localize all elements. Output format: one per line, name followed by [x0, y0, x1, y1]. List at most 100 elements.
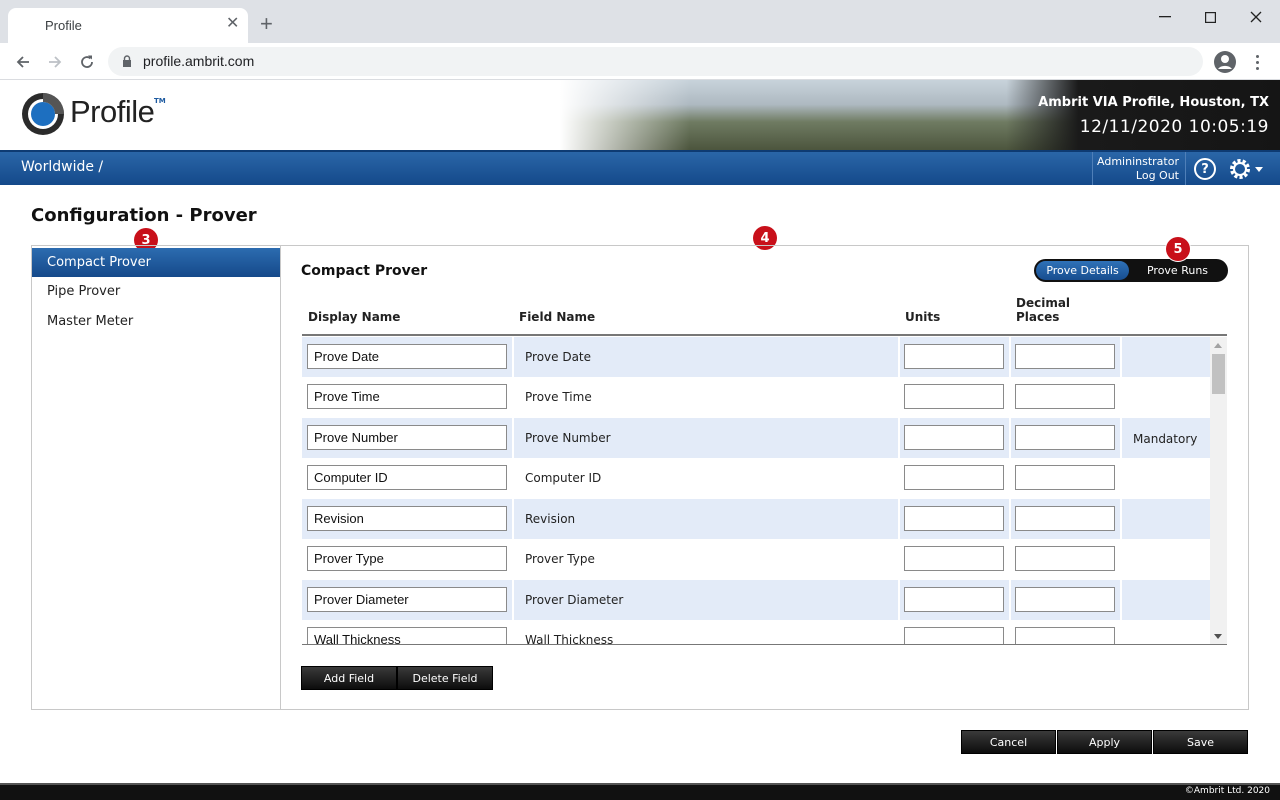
table-row: Computer ID — [302, 458, 1210, 498]
table-row: Prover Diameter — [302, 580, 1210, 620]
tab-close-icon[interactable]: ✕ — [226, 15, 239, 31]
callout-badge: 5 — [1166, 237, 1190, 261]
decimal-places-input[interactable] — [1015, 425, 1115, 450]
prove-details-toggle[interactable]: Prove Details — [1036, 261, 1129, 280]
decimal-places-input[interactable] — [1015, 546, 1115, 571]
decimal-places-input[interactable] — [1015, 344, 1115, 369]
display-name-input[interactable] — [307, 546, 507, 571]
display-name-input[interactable] — [307, 465, 507, 490]
copyright: ©Ambrit Ltd. 2020 — [1184, 786, 1270, 796]
apply-button[interactable]: Apply — [1057, 730, 1152, 754]
delete-field-button[interactable]: Delete Field — [397, 666, 493, 690]
units-input[interactable] — [904, 627, 1004, 644]
units-input[interactable] — [904, 546, 1004, 571]
panel-title: Compact Prover — [301, 263, 428, 279]
grid-scrollbar[interactable] — [1210, 337, 1227, 644]
account-icon[interactable] — [1213, 50, 1237, 74]
display-name-input[interactable] — [307, 384, 507, 409]
table-row: Prove Date — [302, 337, 1210, 377]
footer: ©Ambrit Ltd. 2020 — [0, 783, 1280, 800]
table-row: Revision — [302, 499, 1210, 539]
logout-link[interactable]: Log Out — [1136, 169, 1179, 182]
column-header-display-name: Display Name — [308, 310, 401, 324]
sidebar-item-master-meter[interactable]: Master Meter — [32, 307, 280, 336]
back-arrow-icon[interactable] — [12, 51, 34, 73]
decimal-places-input[interactable] — [1015, 506, 1115, 531]
display-name-input[interactable] — [307, 425, 507, 450]
field-name: Prove Date — [525, 350, 592, 364]
lock-icon — [123, 55, 131, 67]
column-header-decimal-line2: Places — [1016, 310, 1060, 324]
units-input[interactable] — [904, 425, 1004, 450]
datetime: 12/11/2020 10:05:19 — [1079, 117, 1269, 137]
display-name-input[interactable] — [307, 344, 507, 369]
breadcrumb[interactable]: Worldwide / — [21, 159, 103, 175]
decimal-places-input[interactable] — [1015, 384, 1115, 409]
site-name: Ambrit VIA Profile, Houston, TX — [1038, 95, 1269, 110]
app-header: Profile TM Ambrit VIA Profile, Houston, … — [0, 80, 1280, 150]
units-input[interactable] — [904, 344, 1004, 369]
units-input[interactable] — [904, 465, 1004, 490]
decimal-places-input[interactable] — [1015, 465, 1115, 490]
sidebar-item-compact-prover[interactable]: Compact Prover — [32, 248, 280, 277]
reload-icon[interactable] — [76, 51, 98, 73]
field-name: Computer ID — [525, 471, 602, 485]
scroll-up-icon[interactable] — [1214, 343, 1222, 348]
table-row: Prove Number Mandatory — [302, 418, 1210, 458]
grid-body: Prove Date Prove Time Prove Number Manda… — [302, 337, 1227, 645]
new-tab-icon[interactable]: + — [260, 13, 273, 35]
table-row: Prover Type — [302, 539, 1210, 579]
scroll-thumb[interactable] — [1212, 354, 1225, 394]
url-text: profile.ambrit.com — [143, 53, 255, 69]
table-row: Prove Time — [302, 377, 1210, 417]
units-input[interactable] — [904, 587, 1004, 612]
page-title: Configuration - Prover — [31, 205, 257, 226]
display-name-input[interactable] — [307, 627, 507, 644]
maximize-icon[interactable] — [1197, 6, 1223, 28]
prove-runs-toggle[interactable]: Prove Runs — [1129, 261, 1226, 280]
header-banner-image — [560, 80, 1280, 150]
sidebar: Compact Prover Pipe Prover Master Meter — [31, 245, 281, 710]
cancel-button[interactable]: Cancel — [961, 730, 1056, 754]
column-header-decimal-line1: Decimal — [1016, 296, 1071, 310]
units-input[interactable] — [904, 506, 1004, 531]
user-box: Admininstrator Log Out — [1092, 152, 1186, 185]
browser-toolbar: profile.ambrit.com — [0, 43, 1280, 80]
settings-gear-icon[interactable] — [1228, 157, 1264, 181]
grid-header: Display Name Field Name Units Decimal Pl… — [302, 286, 1227, 336]
help-icon[interactable]: ? — [1194, 158, 1216, 180]
field-name: Prover Diameter — [525, 593, 624, 607]
row-note: Mandatory — [1133, 432, 1198, 446]
decimal-places-input[interactable] — [1015, 627, 1115, 644]
field-name: Revision — [525, 512, 576, 526]
decimal-places-input[interactable] — [1015, 587, 1115, 612]
column-header-field-name: Field Name — [519, 310, 596, 324]
save-button[interactable]: Save — [1153, 730, 1248, 754]
field-name: Prover Type — [525, 552, 595, 566]
user-name: Admininstrator — [1097, 155, 1179, 168]
display-name-input[interactable] — [307, 587, 507, 612]
logo-trademark: TM — [154, 97, 166, 105]
address-bar[interactable]: profile.ambrit.com — [108, 47, 1203, 76]
add-field-button[interactable]: Add Field — [301, 666, 397, 690]
nav-bar: Worldwide / Admininstrator Log Out ? — [0, 150, 1280, 185]
browser-menu-icon[interactable] — [1250, 51, 1264, 73]
main-panel: Compact Prover Prove Details Prove Runs … — [281, 245, 1249, 710]
scroll-down-icon[interactable] — [1214, 634, 1222, 639]
units-input[interactable] — [904, 384, 1004, 409]
field-name: Wall Thickness — [525, 633, 614, 645]
browser-tab[interactable]: Profile ✕ — [8, 8, 248, 43]
table-row: Wall Thickness — [302, 620, 1210, 645]
display-name-input[interactable] — [307, 506, 507, 531]
field-name: Prove Number — [525, 431, 611, 445]
window-close-icon[interactable] — [1243, 6, 1269, 28]
sidebar-item-pipe-prover[interactable]: Pipe Prover — [32, 277, 280, 306]
forward-arrow-icon[interactable] — [44, 51, 66, 73]
column-header-units: Units — [905, 310, 941, 324]
profile-logo-icon — [22, 93, 64, 135]
tab-title: Profile — [45, 18, 82, 33]
minimize-icon[interactable] — [1152, 6, 1178, 28]
field-name: Prove Time — [525, 390, 592, 404]
view-toggle: Prove Details Prove Runs — [1034, 259, 1228, 282]
logo-text: Profile — [70, 94, 155, 129]
